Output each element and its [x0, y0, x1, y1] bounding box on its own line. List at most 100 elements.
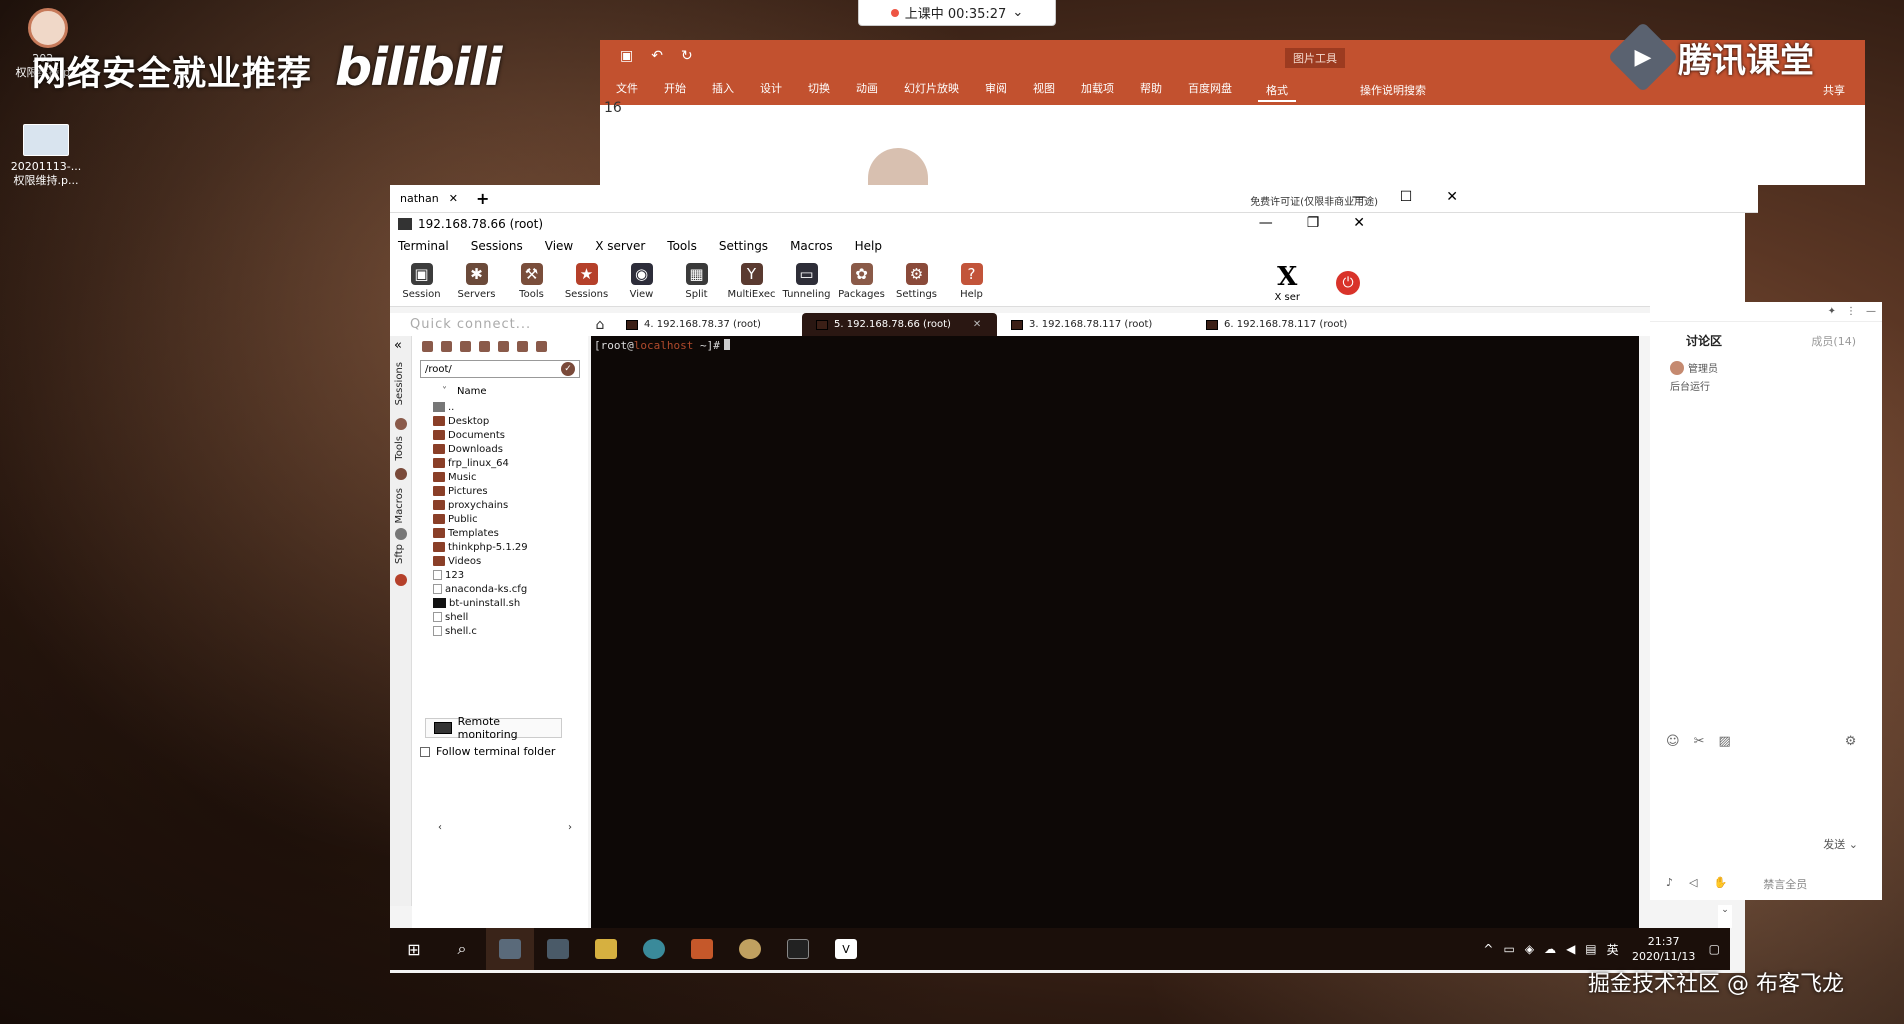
- chat-title[interactable]: 讨论区: [1686, 332, 1722, 349]
- terminal-pane[interactable]: [root@localhost ~]#: [591, 336, 1639, 941]
- minimize-icon[interactable]: —: [1866, 306, 1876, 317]
- toolbar-button-help[interactable]: ? Help: [944, 257, 999, 306]
- scroll-down-icon[interactable]: ⌄: [1718, 905, 1732, 928]
- file-list-item[interactable]: Music: [412, 470, 588, 484]
- ppt-tab[interactable]: 幻灯片放映: [904, 80, 959, 102]
- session-tab[interactable]: 6. 192.168.78.117 (root): [1192, 313, 1392, 336]
- file-list-item[interactable]: shell: [412, 610, 588, 624]
- menu-item-terminal[interactable]: Terminal: [398, 239, 449, 253]
- file-list-item[interactable]: thinkphp-5.1.29: [412, 540, 588, 554]
- file-list-item[interactable]: bt-uninstall.sh: [412, 596, 588, 610]
- minimize-icon[interactable]: —: [1352, 189, 1366, 205]
- emoji-icon[interactable]: ☺: [1666, 734, 1680, 749]
- volume-icon[interactable]: ◀: [1566, 942, 1575, 956]
- notification-icon[interactable]: ▢: [1709, 942, 1720, 956]
- path-field[interactable]: /root/ ✓: [420, 360, 580, 378]
- new-file-icon[interactable]: [517, 340, 528, 352]
- follow-terminal-folder[interactable]: Follow terminal folder: [420, 745, 555, 758]
- class-timer[interactable]: 上课中 00:35:27 ⌄: [858, 0, 1056, 26]
- redo-icon[interactable]: ↻: [681, 48, 693, 64]
- chat-members[interactable]: 成员(14): [1811, 333, 1856, 349]
- undo-icon[interactable]: ↶: [651, 48, 663, 64]
- taskbar-app-chrome[interactable]: [726, 928, 774, 970]
- toolbar-button-view[interactable]: ◉ View: [614, 257, 669, 306]
- remote-monitoring-button[interactable]: Remote monitoring: [425, 715, 562, 741]
- display-icon[interactable]: ▤: [1585, 942, 1596, 956]
- menu-item-tools[interactable]: Tools: [667, 239, 697, 253]
- ppt-tab[interactable]: 百度网盘: [1188, 80, 1232, 102]
- file-list-item[interactable]: ..: [412, 400, 588, 414]
- close-icon[interactable]: ✕: [449, 192, 458, 205]
- search-icon[interactable]: ⌕: [438, 928, 486, 970]
- file-list-item[interactable]: 123: [412, 568, 588, 582]
- mute-all-toggle[interactable]: 禁言全员: [1763, 876, 1807, 892]
- speaker-icon[interactable]: ◁: [1689, 876, 1697, 892]
- session-tab[interactable]: 3. 192.168.78.117 (root): [997, 313, 1192, 336]
- ppt-tab[interactable]: 视图: [1033, 80, 1055, 102]
- check-icon[interactable]: ✓: [561, 362, 575, 376]
- tray-expand-icon[interactable]: ^: [1483, 942, 1493, 956]
- close-icon[interactable]: ✕: [1353, 215, 1365, 231]
- file-list-item[interactable]: Public: [412, 512, 588, 526]
- file-list-item[interactable]: Pictures: [412, 484, 588, 498]
- side-tab-sessions[interactable]: Sessions: [394, 362, 405, 405]
- menu-item-settings[interactable]: Settings: [719, 239, 768, 253]
- image-icon[interactable]: ▨: [1718, 734, 1730, 749]
- file-list-item[interactable]: Downloads: [412, 442, 588, 456]
- folder-up-icon[interactable]: [422, 340, 433, 352]
- more-icon[interactable]: ⋮: [1846, 306, 1856, 317]
- ppt-tab[interactable]: 插入: [712, 80, 734, 102]
- clock[interactable]: 21:37 2020/11/13: [1629, 934, 1699, 964]
- menu-item-help[interactable]: Help: [855, 239, 882, 253]
- side-tab-macros[interactable]: Macros: [394, 488, 405, 523]
- toolbar-button-tunneling[interactable]: ▭ Tunneling: [779, 257, 834, 306]
- ppt-tab[interactable]: 切换: [808, 80, 830, 102]
- quick-connect-input[interactable]: Quick connect...: [390, 317, 588, 332]
- xserver-button[interactable]: X X ser: [1274, 262, 1300, 303]
- microphone-icon[interactable]: ♪: [1666, 876, 1673, 892]
- close-icon[interactable]: ✕: [973, 319, 981, 330]
- toolbar-button-multiexec[interactable]: Y MultiExec: [724, 257, 779, 306]
- menu-item-x-server[interactable]: X server: [595, 239, 645, 253]
- scroll-left-icon[interactable]: ‹: [438, 822, 442, 833]
- ppt-tab[interactable]: 动画: [856, 80, 878, 102]
- ppt-tab[interactable]: 文件: [616, 80, 638, 102]
- cloud-icon[interactable]: ☁: [1544, 942, 1556, 956]
- upload-icon[interactable]: [460, 340, 471, 352]
- menu-item-sessions[interactable]: Sessions: [471, 239, 523, 253]
- host-tab[interactable]: nathan ✕: [390, 185, 468, 212]
- network-icon[interactable]: ▭: [1503, 942, 1514, 956]
- file-list-item[interactable]: Desktop: [412, 414, 588, 428]
- ppt-tab[interactable]: 开始: [664, 80, 686, 102]
- taskbar-app-edge[interactable]: [630, 928, 678, 970]
- file-list-item[interactable]: proxychains: [412, 498, 588, 512]
- restore-icon[interactable]: ❐: [1307, 215, 1320, 231]
- new-folder-icon[interactable]: [498, 340, 509, 352]
- power-icon[interactable]: ⏻: [1336, 270, 1360, 295]
- ppt-tab[interactable]: 设计: [760, 80, 782, 102]
- ppt-tab[interactable]: 加载项: [1081, 80, 1114, 102]
- toolbar-button-servers[interactable]: ✱ Servers: [449, 257, 504, 306]
- file-list-item[interactable]: Documents: [412, 428, 588, 442]
- taskbar-app-vmware[interactable]: V: [822, 928, 870, 970]
- toolbar-button-sessions[interactable]: ★ Sessions: [559, 257, 614, 306]
- maximize-icon[interactable]: ☐: [1400, 189, 1413, 205]
- start-icon[interactable]: ⊞: [390, 928, 438, 970]
- ime-indicator[interactable]: 英: [1607, 941, 1619, 958]
- menu-item-macros[interactable]: Macros: [790, 239, 833, 253]
- ppt-tab[interactable]: 格式: [1258, 80, 1296, 102]
- column-header-name[interactable]: ˅ Name: [412, 382, 588, 400]
- new-tab-icon[interactable]: +: [476, 189, 489, 208]
- taskbar-app-terminal[interactable]: [774, 928, 822, 970]
- follow-checkbox[interactable]: [420, 746, 430, 757]
- toolbar-button-tools[interactable]: ⚒ Tools: [504, 257, 559, 306]
- shield-icon[interactable]: ◈: [1525, 942, 1534, 956]
- send-button[interactable]: 发送 ⌄: [1823, 836, 1858, 852]
- horizontal-scrollbar[interactable]: ‹ ›: [438, 822, 572, 833]
- settings-icon[interactable]: ⚙: [1845, 734, 1857, 749]
- side-tab-tools[interactable]: Tools: [394, 436, 405, 461]
- toolbar-button-packages[interactable]: ✿ Packages: [834, 257, 889, 306]
- ppt-search[interactable]: 操作说明搜索: [1360, 82, 1426, 98]
- ppt-tab[interactable]: 帮助: [1140, 80, 1162, 102]
- taskbar-app-windows[interactable]: [534, 928, 582, 970]
